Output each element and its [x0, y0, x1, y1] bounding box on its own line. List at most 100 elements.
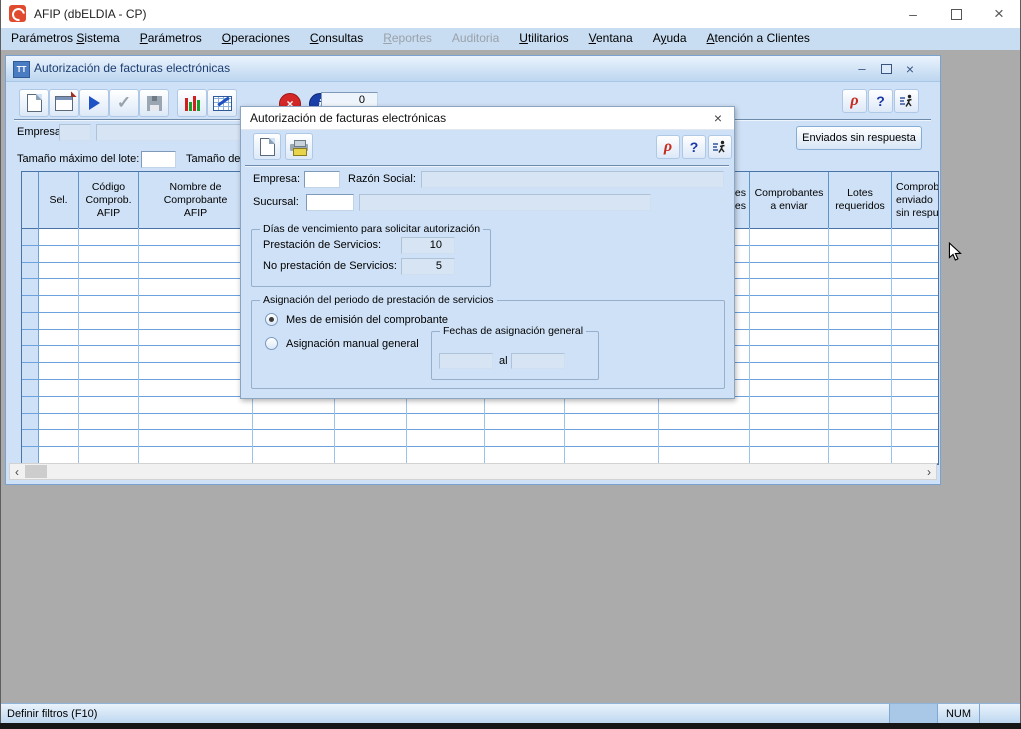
mdi-window-title: Autorización de facturas electrónicas — [34, 61, 230, 75]
radio-asignacion-manual-label[interactable]: Asignación manual general — [286, 338, 419, 350]
grid-design-icon — [213, 96, 232, 111]
new-document-icon — [260, 138, 275, 156]
menu-item-ayuda[interactable]: Ayuda — [643, 28, 697, 50]
status-segment-1 — [889, 704, 937, 724]
help-button[interactable]: ? — [868, 89, 893, 113]
menu-item-consultas[interactable]: Consultas — [300, 28, 373, 50]
column-header-comprobantes-a-enviar: Comprobantesa enviar — [749, 172, 828, 228]
scroll-right-icon: › — [927, 465, 931, 479]
sucursal-label: Sucursal: — [253, 196, 299, 208]
close-icon: × — [994, 4, 1004, 24]
printer-icon — [290, 140, 308, 154]
column-header-lotes-requeridos: Lotesrequeridos — [828, 172, 891, 228]
filter-rho-icon: ρ — [850, 92, 858, 110]
lote-max-label: Tamaño máximo del lote: — [17, 153, 139, 165]
dialog-filter-button[interactable]: ρ — [656, 135, 680, 159]
dialog-help-button[interactable]: ? — [682, 135, 706, 159]
num-lock-indicator: NUM — [937, 704, 979, 724]
dialog-toolbar-separator — [245, 165, 729, 167]
prestacion-field: 10 — [401, 237, 455, 254]
radio-asignacion-manual[interactable] — [265, 337, 278, 350]
menu-item-operaciones[interactable]: Operaciones — [212, 28, 300, 50]
menu-item-utilitarios[interactable]: Utilitarios — [509, 28, 578, 50]
minimize-icon: – — [909, 6, 917, 22]
exit-runner-icon — [899, 93, 915, 109]
table-row[interactable] — [22, 447, 938, 464]
fecha-desde-field — [439, 353, 493, 369]
table-row[interactable] — [22, 430, 938, 447]
status-segment-2 — [979, 704, 1019, 724]
mdi-maximize-button[interactable] — [875, 60, 897, 77]
column-header-enviados-clipped: Comprobaenviadosin respu — [891, 172, 939, 228]
save-floppy-icon — [147, 96, 162, 111]
properties-button[interactable] — [49, 89, 79, 117]
mdi-close-button[interactable]: × — [899, 60, 921, 77]
menu-bar: Parámetros SistemaParámetrosOperacionesC… — [1, 28, 1020, 50]
help-icon: ? — [690, 139, 699, 155]
sucursal-field[interactable] — [306, 194, 354, 211]
columns-button[interactable] — [177, 89, 207, 117]
horizontal-scrollbar[interactable]: ‹ › — [9, 463, 937, 480]
menu-item-par-metros-sistema[interactable]: Parámetros Sistema — [1, 28, 130, 50]
main-title-bar: AFIP (dbELDIA - CP) – × — [1, 0, 1020, 29]
mdi-minimize-button[interactable]: – — [851, 60, 873, 77]
exit-button[interactable] — [894, 89, 919, 113]
save-button[interactable] — [139, 89, 169, 117]
scroll-left-icon: ‹ — [15, 465, 19, 479]
new-document-icon — [27, 94, 42, 112]
menu-item-par-metros[interactable]: Parámetros — [130, 28, 212, 50]
grid-column-line — [138, 228, 139, 464]
status-message: Definir filtros (F10) — [7, 708, 97, 720]
enviados-sin-respuesta-button[interactable]: Enviados sin respuesta — [796, 126, 922, 150]
grid-design-button[interactable] — [207, 89, 237, 117]
help-icon: ? — [876, 93, 885, 109]
minimize-button[interactable]: – — [896, 4, 930, 24]
column-header-nombre-comprobante-afip: Nombre deComprobanteAFIP — [138, 172, 252, 228]
dialog-close-button[interactable]: × — [708, 109, 728, 127]
menu-item-atenci-n-a-clientes[interactable]: Atención a Clientes — [697, 28, 820, 50]
maximize-icon — [951, 9, 962, 20]
table-row[interactable] — [22, 414, 938, 431]
execute-button[interactable] — [79, 89, 109, 117]
no-prestacion-field: 5 — [401, 258, 455, 275]
dialog-print-button[interactable] — [285, 133, 313, 160]
dialog-new-button[interactable] — [253, 133, 281, 160]
prestacion-label: Prestación de Servicios: — [263, 239, 381, 251]
menu-item-ventana[interactable]: Ventana — [579, 28, 643, 50]
fecha-hasta-field — [511, 353, 565, 369]
table-row[interactable] — [22, 397, 938, 414]
mouse-cursor-icon — [947, 242, 963, 262]
razon-social-label: Razón Social: — [348, 173, 416, 185]
scrollbar-thumb[interactable] — [25, 465, 47, 478]
maximize-button[interactable] — [939, 4, 973, 24]
lote-max-field[interactable] — [141, 151, 176, 168]
dialog-title-bar[interactable]: Autorización de facturas electrónicas × — [241, 107, 734, 130]
radio-mes-emision-label[interactable]: Mes de emisión del comprobante — [286, 314, 448, 326]
vencimiento-group-title: Días de vencimiento para solicitar autor… — [260, 223, 483, 235]
dialog-empresa-field[interactable] — [304, 171, 340, 188]
mdi-maximize-icon — [881, 64, 892, 74]
al-label: al — [499, 355, 508, 367]
mdi-title-bar[interactable]: TT Autorización de facturas electrónicas… — [6, 56, 940, 82]
new-record-button[interactable] — [19, 89, 49, 117]
scroll-left-button[interactable]: ‹ — [10, 464, 24, 479]
confirm-button[interactable]: ✓ — [109, 89, 139, 117]
window-bottom-edge — [0, 723, 1021, 729]
filter-rho-icon: ρ — [664, 138, 672, 156]
no-prestacion-label: No prestación de Servicios: — [263, 260, 397, 272]
column-header-row-selector — [22, 172, 38, 228]
menu-item-reportes: Reportes — [373, 28, 442, 50]
filter-button[interactable]: ρ — [842, 89, 867, 113]
check-icon: ✓ — [117, 93, 131, 113]
column-header-codigo-comprob-afip: CódigoComprob.AFIP — [78, 172, 138, 228]
status-bar: Definir filtros (F10) NUM — [1, 703, 1020, 724]
dialog-exit-button[interactable] — [708, 135, 732, 159]
menu-item-auditoria: Auditoria — [442, 28, 509, 50]
mdi-close-icon: × — [906, 61, 914, 77]
radio-mes-emision[interactable] — [265, 313, 278, 326]
scroll-right-button[interactable]: › — [922, 464, 936, 479]
close-button[interactable]: × — [982, 4, 1016, 24]
dialog-empresa-label: Empresa: — [253, 173, 300, 185]
app-logo-icon — [9, 5, 26, 22]
dialog-title: Autorización de facturas electrónicas — [250, 111, 446, 125]
